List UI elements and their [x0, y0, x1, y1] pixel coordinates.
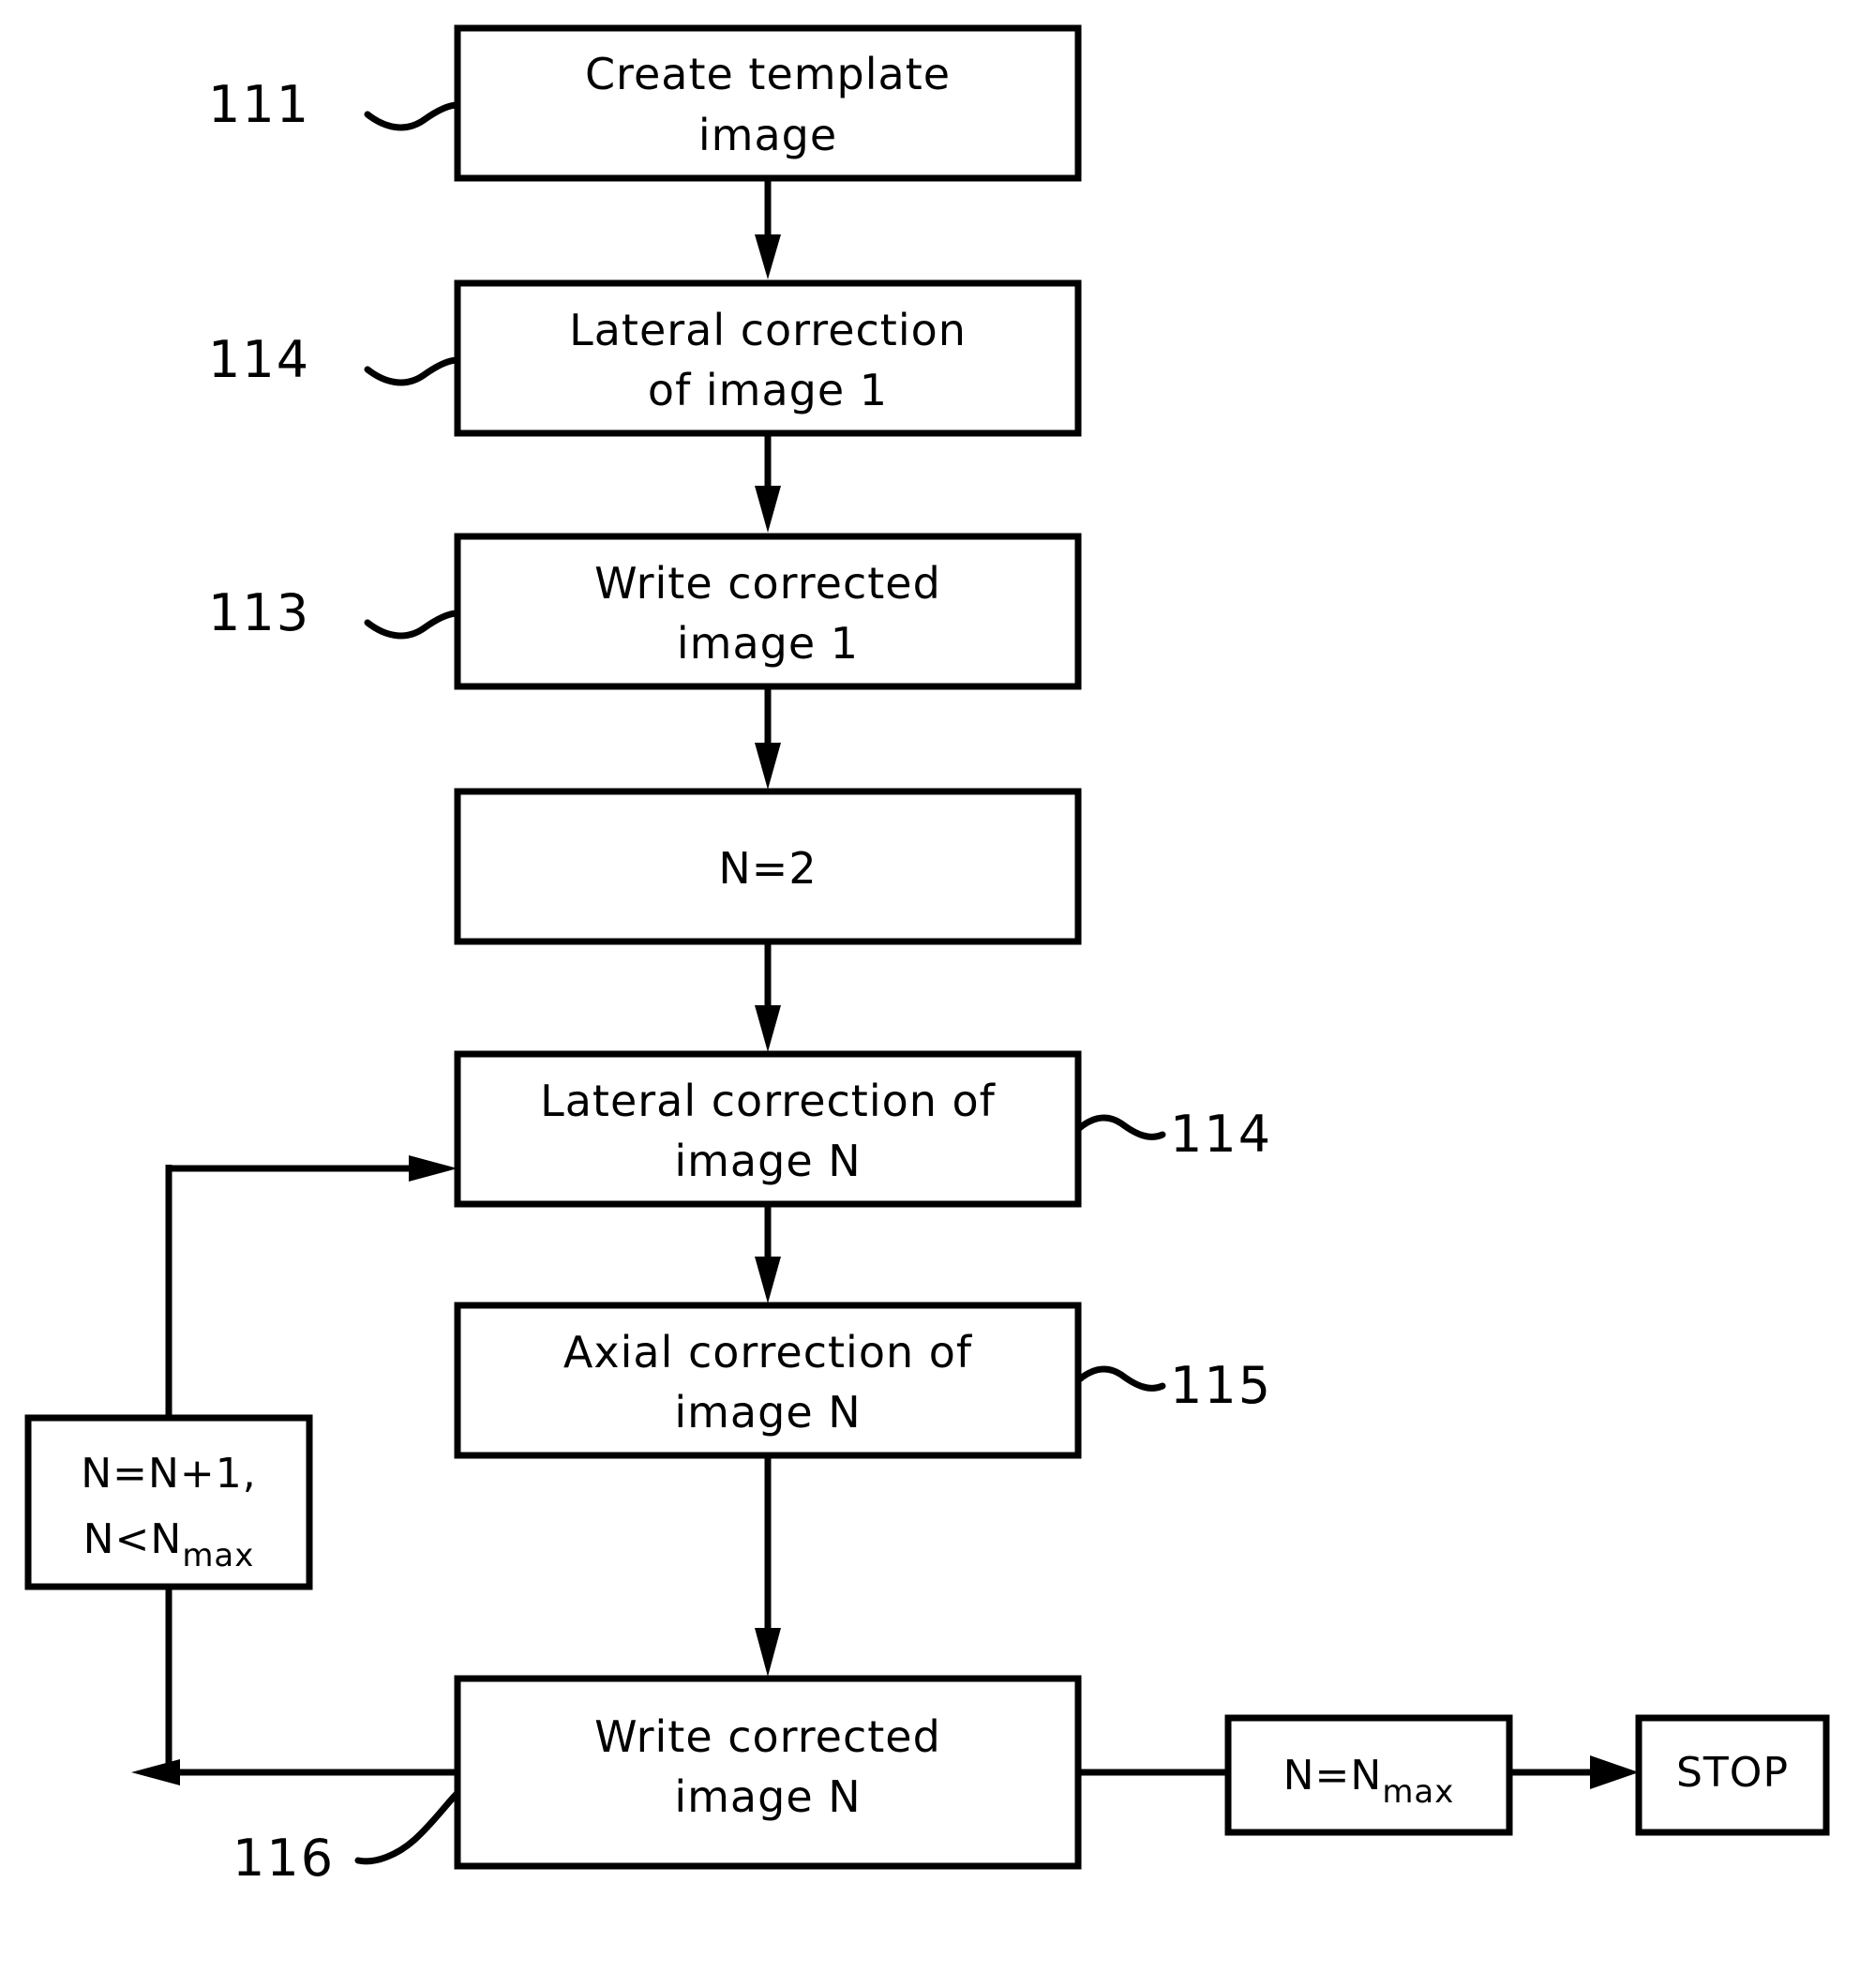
node-n-equals-nmax-subscript: max	[1382, 1773, 1454, 1811]
arrowhead-lateral1-to-write1	[755, 486, 781, 533]
node-create-template-line1: Create template	[585, 49, 951, 99]
node-axial-correction-n-line2: image N	[674, 1387, 861, 1438]
ref-label-115: 115	[1170, 1356, 1272, 1415]
arrowhead-axialn-to-writen	[755, 1628, 781, 1677]
arrowhead-write1-to-n2	[755, 743, 781, 790]
ref-label-114-top: 114	[208, 330, 310, 389]
node-lateral-correction-1-line2: of image 1	[648, 365, 888, 415]
node-increment-n-line2-main: N<N	[83, 1515, 183, 1563]
arrowhead-n2-to-lateraln	[755, 1005, 781, 1052]
node-create-template-line2: image	[698, 110, 837, 160]
arrowhead-lateraln-to-axialn	[755, 1257, 781, 1303]
ref-label-114-bottom: 114	[1170, 1105, 1272, 1164]
lead-line-111	[364, 101, 461, 131]
node-lateral-correction-n-line2: image N	[674, 1136, 861, 1186]
node-axial-correction-n-line1: Axial correction of	[563, 1327, 973, 1378]
node-lateral-correction-n-line1: Lateral correction of	[540, 1076, 997, 1126]
ref-label-116: 116	[232, 1829, 335, 1888]
lead-line-116	[354, 1789, 461, 1865]
node-n-equals-nmax-main: N=N	[1283, 1752, 1383, 1800]
node-n-equals-2-label: N=2	[718, 843, 817, 894]
node-lateral-correction-1-line1: Lateral correction	[569, 305, 967, 355]
flowchart-canvas: Create template image 111 Lateral correc…	[0, 0, 1860, 1988]
node-stop-label: STOP	[1676, 1749, 1789, 1797]
node-increment-n-subscript: max	[182, 1537, 254, 1574]
ref-label-113: 113	[208, 583, 310, 642]
arrowhead-loop-left	[131, 1759, 180, 1785]
arrowhead-create-to-lateral1	[755, 234, 781, 279]
lead-line-114-bottom	[1074, 1114, 1166, 1140]
node-write-corrected-n-line2: image N	[674, 1771, 861, 1822]
node-write-corrected-1-line1: Write corrected	[594, 558, 941, 609]
arrowhead-loop-to-lateraln	[409, 1155, 458, 1182]
lead-line-115	[1074, 1365, 1166, 1392]
arrowhead-nmax-to-stop	[1590, 1755, 1639, 1789]
flowchart-svg: Create template image 111 Lateral correc…	[24, 24, 1830, 1888]
node-increment-n-line1: N=N+1,	[81, 1450, 257, 1498]
node-write-corrected-1-line2: image 1	[677, 618, 859, 669]
ref-label-111: 111	[208, 75, 310, 134]
lead-line-114-top	[364, 356, 461, 386]
node-write-corrected-n-line1: Write corrected	[594, 1711, 941, 1762]
lead-line-113	[364, 610, 461, 640]
